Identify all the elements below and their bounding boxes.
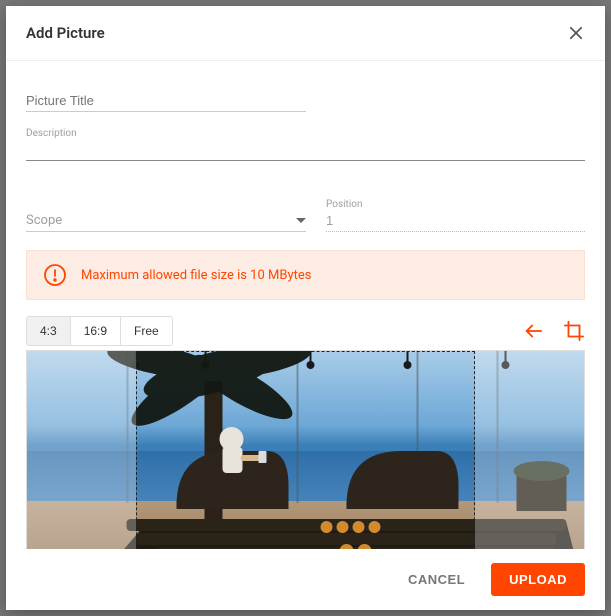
close-button[interactable] <box>567 24 585 42</box>
dialog-title: Add Picture <box>26 24 105 42</box>
dialog-footer: CANCEL UPLOAD <box>6 549 605 610</box>
add-picture-dialog: Add Picture Description Scope <box>6 6 605 610</box>
picture-title-input[interactable] <box>26 89 306 112</box>
crop-dimmer-right <box>475 351 584 549</box>
ratio-16-9-button[interactable]: 16:9 <box>71 317 121 345</box>
crop-button[interactable] <box>563 320 585 342</box>
undo-button[interactable] <box>523 320 545 342</box>
file-size-alert: Maximum allowed file size is 10 MBytes <box>26 250 585 300</box>
scope-label: Scope <box>26 213 62 228</box>
position-field: Position <box>326 209 585 232</box>
arrow-left-icon <box>523 320 545 342</box>
ratio-4-3-button[interactable]: 4:3 <box>27 317 71 345</box>
ratio-free-button[interactable]: Free <box>121 317 172 345</box>
cancel-button[interactable]: CANCEL <box>390 563 483 596</box>
dialog-header: Add Picture <box>6 6 605 61</box>
scope-select[interactable]: Scope <box>26 209 306 232</box>
close-icon <box>567 24 585 42</box>
upload-button[interactable]: UPLOAD <box>491 563 585 596</box>
crop-dimmer-left <box>27 351 136 549</box>
chevron-down-icon <box>296 216 306 226</box>
warning-icon <box>43 263 67 287</box>
crop-icon <box>563 320 585 342</box>
image-preview[interactable] <box>26 350 585 549</box>
position-input <box>326 209 585 232</box>
alert-message: Maximum allowed file size is 10 MBytes <box>81 268 311 283</box>
description-input[interactable] <box>26 138 585 161</box>
aspect-ratio-group: 4:3 16:9 Free <box>26 316 173 346</box>
picture-title-field <box>26 89 306 112</box>
description-field: Description <box>26 138 585 161</box>
scope-field: Scope <box>26 209 306 232</box>
